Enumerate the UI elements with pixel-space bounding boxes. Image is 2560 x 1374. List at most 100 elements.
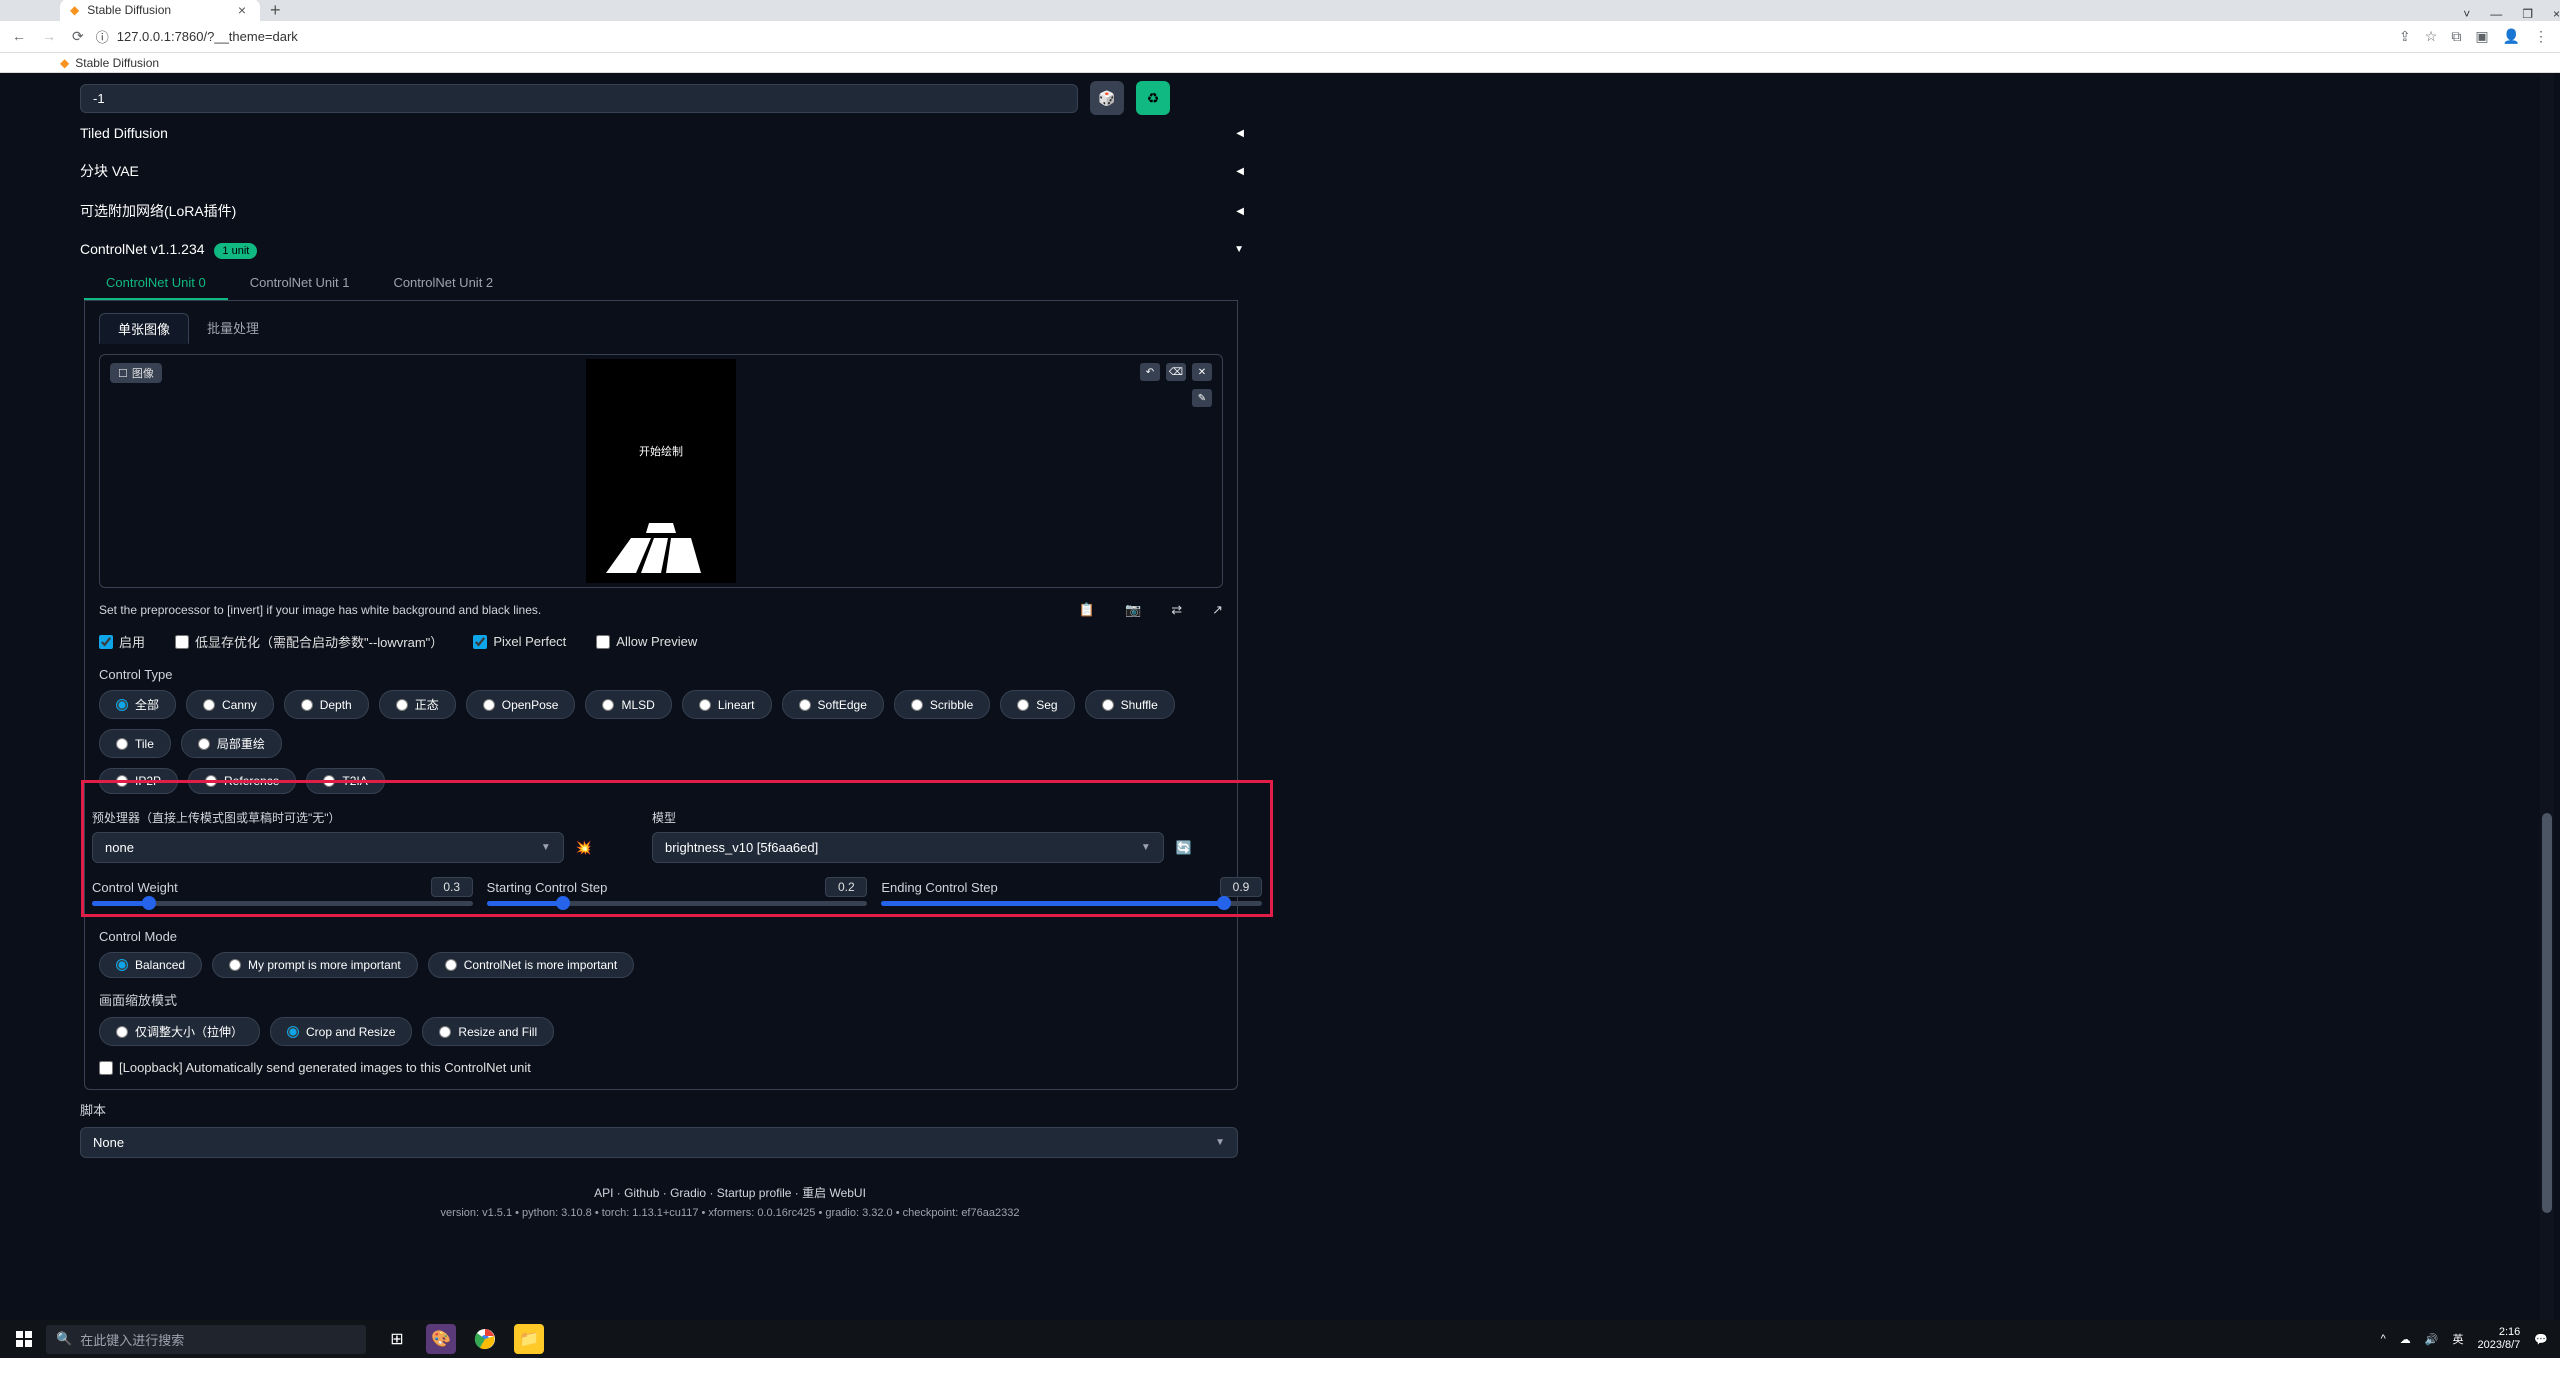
accordion-controlnet[interactable]: ControlNet v1.1.234 1 unit ▼ bbox=[80, 231, 1244, 267]
app-body: 🎲 ♻ Tiled Diffusion◀ 分块 VAE◀ 可选附加网络(LoRA… bbox=[0, 73, 2560, 1320]
lowvram-checkbox[interactable]: 低显存优化（需配合启动参数"--lowvram"） bbox=[175, 632, 443, 651]
share-icon[interactable]: ⇪ bbox=[2399, 28, 2411, 45]
info-icon[interactable]: ⓘ bbox=[96, 27, 109, 46]
tab-single-image[interactable]: 单张图像 bbox=[99, 313, 189, 344]
control-type-radios: 全部 Canny Depth 正态 OpenPose MLSD Lineart … bbox=[99, 690, 1223, 758]
control-type-option[interactable]: Lineart bbox=[682, 690, 772, 719]
undo-icon[interactable]: ↶ bbox=[1140, 363, 1160, 381]
start-step-slider[interactable] bbox=[487, 901, 868, 906]
maximize-icon[interactable]: ❐ bbox=[2522, 7, 2533, 21]
pixel-perfect-checkbox[interactable]: Pixel Perfect bbox=[473, 634, 566, 649]
resize-option[interactable]: 仅调整大小（拉伸） bbox=[99, 1017, 260, 1046]
control-type-option[interactable]: Canny bbox=[186, 690, 274, 719]
refresh-icon[interactable]: 🔄 bbox=[1176, 840, 1192, 856]
accordion-tiled-diffusion[interactable]: Tiled Diffusion◀ bbox=[80, 115, 1244, 151]
control-type-option[interactable]: Scribble bbox=[894, 690, 990, 719]
close-window-icon[interactable]: × bbox=[2553, 7, 2560, 21]
volume-icon[interactable]: 🔊 bbox=[2425, 1333, 2439, 1346]
tab-unit-1[interactable]: ControlNet Unit 1 bbox=[228, 267, 372, 300]
seed-input[interactable] bbox=[80, 84, 1078, 113]
preprocessor-select[interactable]: none▼ bbox=[92, 832, 564, 863]
control-type-option[interactable]: Shuffle bbox=[1085, 690, 1175, 719]
url-text[interactable]: 127.0.0.1:7860/?__theme=dark bbox=[117, 29, 298, 44]
profile-icon[interactable]: 👤 bbox=[2503, 28, 2520, 45]
accordion-lora[interactable]: 可选附加网络(LoRA插件)◀ bbox=[80, 191, 1244, 231]
control-mode-option[interactable]: Balanced bbox=[99, 952, 202, 978]
menu-icon[interactable]: ⋮ bbox=[2534, 28, 2548, 45]
control-mode-option[interactable]: My prompt is more important bbox=[212, 952, 418, 978]
control-weight-slider[interactable] bbox=[92, 901, 473, 906]
onedrive-icon[interactable]: ☁ bbox=[2400, 1333, 2411, 1346]
copy-icon[interactable]: 📋 bbox=[1079, 602, 1095, 618]
loopback-checkbox[interactable]: [Loopback] Automatically send generated … bbox=[99, 1060, 1223, 1075]
scrollbar[interactable] bbox=[2540, 73, 2554, 1320]
explorer-icon[interactable]: 📁 bbox=[514, 1324, 544, 1354]
tab-batch[interactable]: 批量处理 bbox=[189, 313, 277, 344]
end-step-label: Ending Control Step bbox=[881, 880, 997, 895]
star-icon[interactable]: ☆ bbox=[2425, 28, 2438, 45]
clock[interactable]: 2:16 2023/8/7 bbox=[2477, 1326, 2520, 1352]
edit-icon[interactable]: ✎ bbox=[1192, 389, 1212, 407]
control-type-option[interactable]: 正态 bbox=[379, 690, 456, 719]
browser-tab[interactable]: ◆ Stable Diffusion × bbox=[60, 0, 260, 21]
script-label: 脚本 bbox=[80, 1100, 2500, 1119]
bookmark-bar: ◆ Stable Diffusion bbox=[0, 53, 2560, 73]
script-select[interactable]: None▼ bbox=[80, 1127, 1238, 1158]
control-mode-option[interactable]: ControlNet is more important bbox=[428, 952, 634, 978]
control-type-option[interactable]: MLSD bbox=[585, 690, 671, 719]
start-step-value[interactable]: 0.2 bbox=[825, 877, 867, 897]
accordion-vae[interactable]: 分块 VAE◀ bbox=[80, 151, 1244, 191]
new-tab-button[interactable]: + bbox=[260, 0, 291, 21]
taskbar-search[interactable]: 🔍 在此键入进行搜索 bbox=[46, 1325, 366, 1354]
side-panel-icon[interactable]: ▣ bbox=[2475, 28, 2488, 45]
send-icon[interactable]: ↗ bbox=[1212, 602, 1223, 618]
swap-icon[interactable]: ⇄ bbox=[1171, 602, 1182, 618]
control-type-option[interactable]: Tile bbox=[99, 729, 171, 758]
forward-icon[interactable]: → bbox=[42, 28, 56, 45]
notification-icon[interactable]: 💬 bbox=[2534, 1333, 2548, 1346]
enable-checkbox[interactable]: 启用 bbox=[99, 632, 145, 651]
scrollbar-thumb[interactable] bbox=[2542, 813, 2552, 1213]
start-button[interactable] bbox=[12, 1327, 36, 1351]
close-icon[interactable]: ✕ bbox=[1192, 363, 1212, 381]
start-step-label: Starting Control Step bbox=[487, 880, 608, 895]
end-step-value[interactable]: 0.9 bbox=[1220, 877, 1262, 897]
reuse-seed-button[interactable]: ♻ bbox=[1136, 81, 1170, 115]
bookmark-item[interactable]: Stable Diffusion bbox=[75, 56, 159, 70]
chrome-icon[interactable] bbox=[470, 1324, 500, 1354]
resize-option[interactable]: Crop and Resize bbox=[270, 1017, 412, 1046]
back-icon[interactable]: ← bbox=[12, 28, 26, 45]
tab-unit-2[interactable]: ControlNet Unit 2 bbox=[371, 267, 515, 300]
end-step-slider[interactable] bbox=[881, 901, 1262, 906]
random-seed-button[interactable]: 🎲 bbox=[1090, 81, 1124, 115]
app-icon[interactable]: 🎨 bbox=[426, 1324, 456, 1354]
minimize-icon[interactable]: — bbox=[2490, 7, 2502, 21]
control-type-option[interactable]: Seg bbox=[1000, 690, 1074, 719]
ime-indicator[interactable]: 英 bbox=[2452, 1331, 2463, 1347]
control-type-option[interactable]: Depth bbox=[284, 690, 369, 719]
image-content-icon bbox=[606, 523, 716, 573]
highlighted-region: 预处理器（直接上传模式图或草稿时可选"无"） none▼ 💥 模型 b bbox=[81, 780, 1273, 917]
extension-icon[interactable]: ⧉ bbox=[2451, 28, 2461, 45]
chevron-down-icon[interactable]: ˅ bbox=[2463, 7, 2470, 21]
erase-icon[interactable]: ⌫ bbox=[1166, 363, 1186, 381]
reload-icon[interactable]: ⟳ bbox=[72, 28, 84, 45]
task-view-icon[interactable]: ⊞ bbox=[382, 1324, 412, 1354]
tab-unit-0[interactable]: ControlNet Unit 0 bbox=[84, 267, 228, 300]
camera-icon[interactable]: 📷 bbox=[1125, 602, 1141, 618]
tray-chevron-icon[interactable]: ^ bbox=[2381, 1333, 2386, 1345]
close-tab-icon[interactable]: × bbox=[238, 2, 246, 18]
control-type-option[interactable]: 局部重绘 bbox=[181, 729, 282, 758]
explode-icon[interactable]: 💥 bbox=[576, 840, 592, 856]
model-select[interactable]: brightness_v10 [5f6aa6ed]▼ bbox=[652, 832, 1164, 863]
allow-preview-checkbox[interactable]: Allow Preview bbox=[596, 634, 697, 649]
model-label: 模型 bbox=[652, 809, 1192, 826]
control-weight-label: Control Weight bbox=[92, 880, 178, 895]
control-weight-value[interactable]: 0.3 bbox=[431, 877, 473, 897]
control-type-option[interactable]: 全部 bbox=[99, 690, 176, 719]
control-type-option[interactable]: SoftEdge bbox=[782, 690, 884, 719]
image-canvas[interactable]: ☐ 图像 ↶ ⌫ ✕ ✎ 开始绘制 bbox=[99, 354, 1223, 588]
footer-links[interactable]: API · Github · Gradio · Startup profile … bbox=[80, 1184, 1380, 1201]
control-type-option[interactable]: OpenPose bbox=[466, 690, 576, 719]
resize-option[interactable]: Resize and Fill bbox=[422, 1017, 554, 1046]
